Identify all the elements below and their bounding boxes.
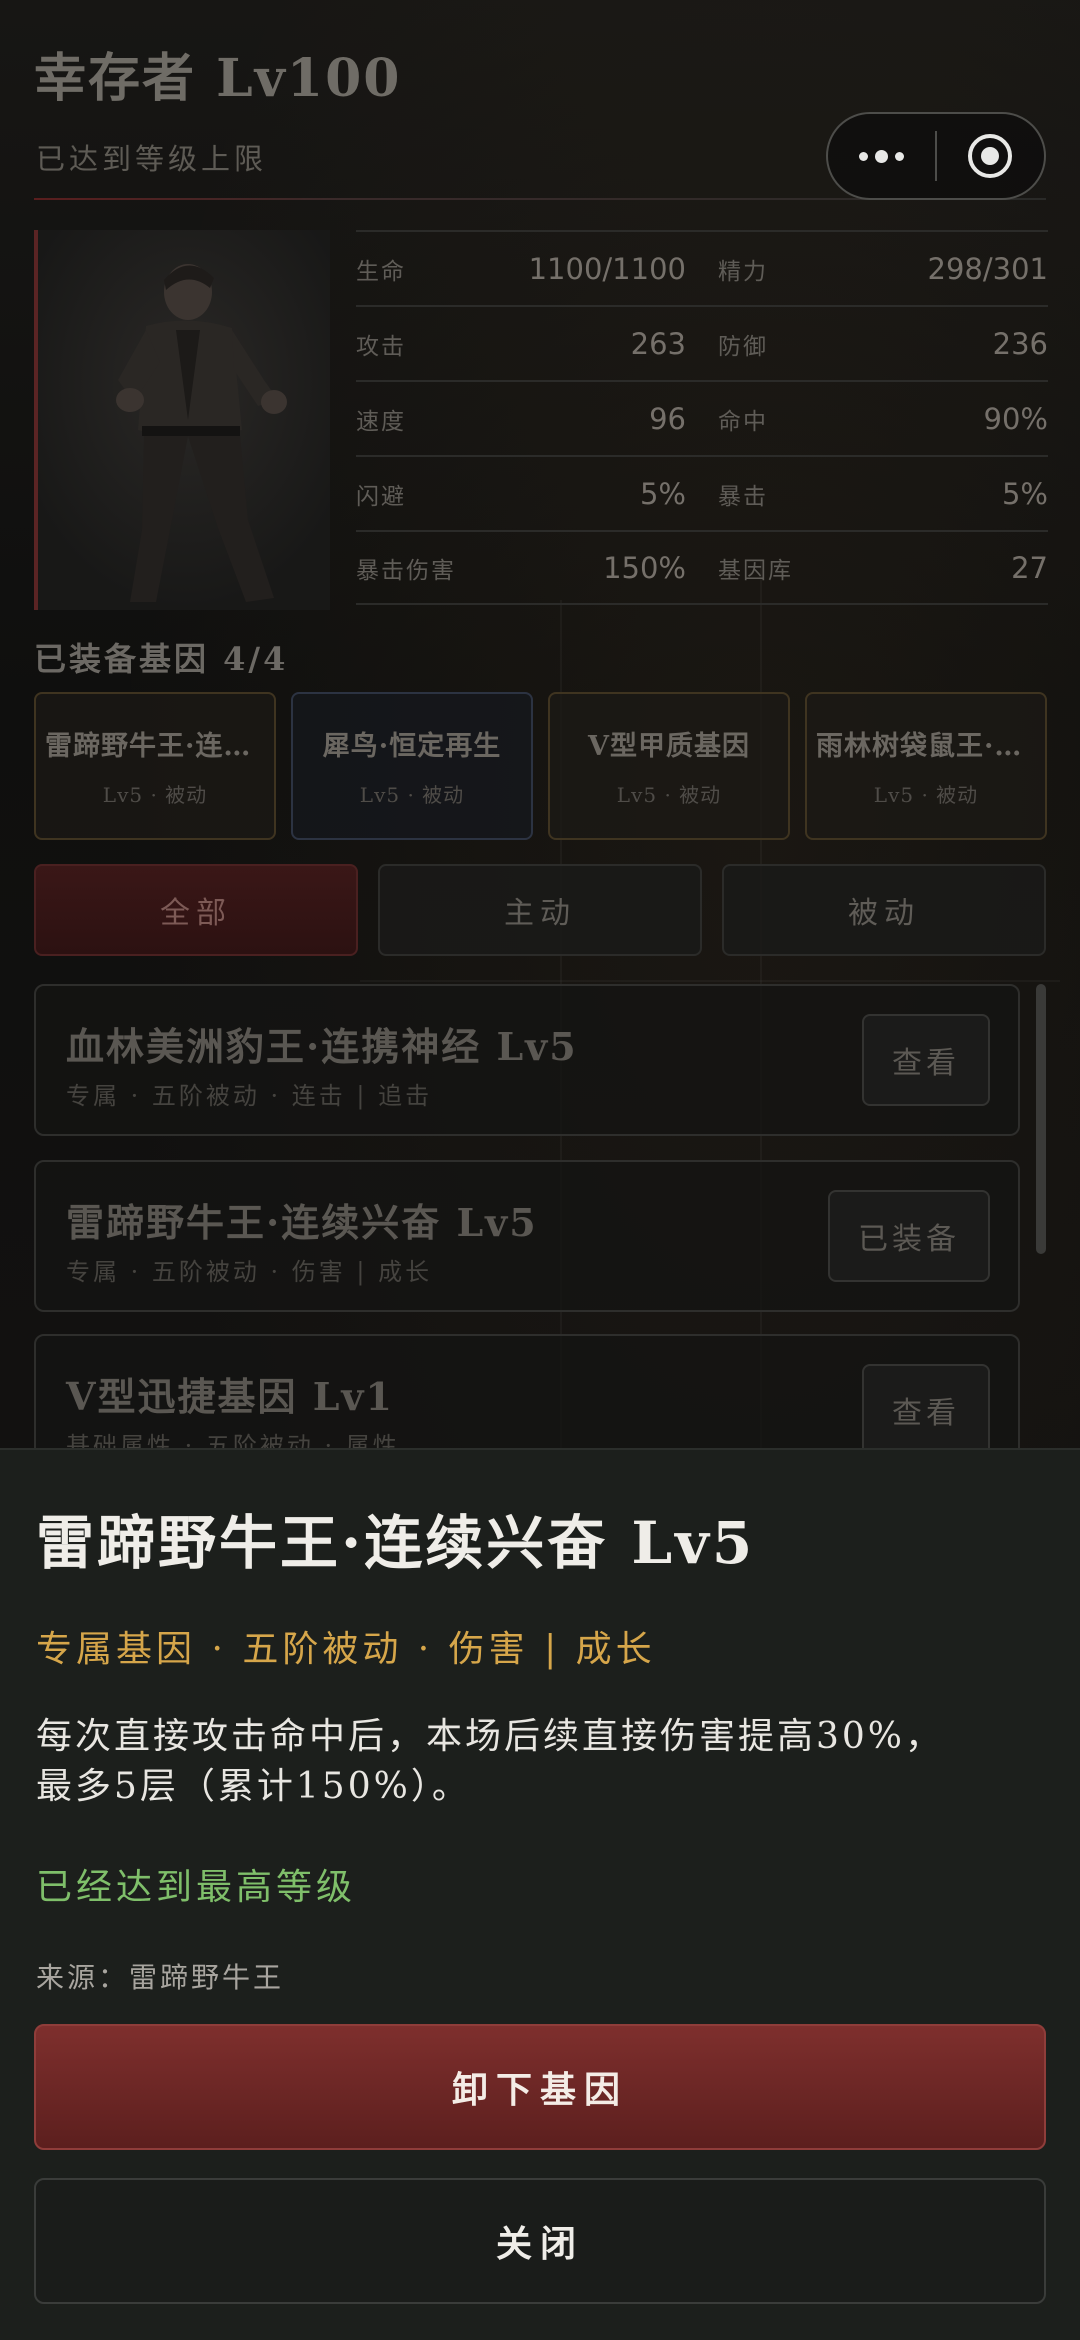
- tab-all[interactable]: 全部: [34, 864, 358, 956]
- target-circle-icon: [968, 134, 1013, 178]
- stat-speed: 速度 96: [356, 402, 702, 436]
- stat-label: 闪避: [356, 483, 406, 510]
- gene-detail-sheet: 雷蹄野牛王·连续兴奋 Lv5 专属基因 · 五阶被动 · 伤害 | 成长 每次直…: [0, 1448, 1080, 2340]
- stat-crit: 暴击 5%: [702, 477, 1048, 511]
- stat-accuracy: 命中 90%: [702, 402, 1048, 436]
- gene-name: 雷蹄野牛王·连续兴奋 Lv5: [66, 1200, 538, 1245]
- stat-label: 速度: [356, 408, 406, 435]
- app-root: 幸存者 Lv100 已达到等级上限 生命 1100/1100 精力 298/30…: [0, 0, 1080, 2340]
- equipped-gene-card[interactable]: 犀鸟·恒定再生 Lv5 · 被动: [291, 692, 533, 840]
- stat-value: 1100/1100: [528, 251, 686, 286]
- equipped-gene-name: 雷蹄野牛王·连续兴奋: [45, 731, 265, 762]
- close-mini-program-button[interactable]: [937, 114, 1044, 198]
- equipped-gene-card[interactable]: 雨林树袋鼠王·灵巧 Lv5 · 被动: [805, 692, 1047, 840]
- stats-row: 暴击伤害 150% 基因库 27: [356, 530, 1048, 605]
- equipped-genes-title: 已装备基因 4/4: [34, 640, 289, 678]
- view-button[interactable]: 查看: [862, 1364, 990, 1456]
- stats-row: 生命 1100/1100 精力 298/301: [356, 230, 1048, 305]
- stats-table: 生命 1100/1100 精力 298/301 攻击 263 防御 236 速度…: [356, 230, 1048, 605]
- equipped-gene-sub: Lv5 · 被动: [102, 783, 208, 807]
- gene-detail-tags: 专属基因 · 五阶被动 · 伤害 | 成长: [36, 1629, 656, 1670]
- equipped-gene-card[interactable]: 雷蹄野牛王·连续兴奋 Lv5 · 被动: [34, 692, 276, 840]
- stat-value: 263: [630, 326, 686, 361]
- stat-crit-damage: 暴击伤害 150%: [356, 551, 702, 585]
- equipped-gene-sub: Lv5 · 被动: [359, 783, 465, 807]
- stats-row: 闪避 5% 暴击 5%: [356, 455, 1048, 530]
- more-button[interactable]: [828, 114, 935, 198]
- page-title: 幸存者 Lv100: [34, 48, 402, 109]
- gene-list-item[interactable]: 雷蹄野牛王·连续兴奋 Lv5 专属 · 五阶被动 · 伤害 | 成长 已装备: [34, 1160, 1020, 1312]
- background-line: [360, 980, 1060, 982]
- gene-detail-title: 雷蹄野牛王·连续兴奋 Lv5: [36, 1509, 756, 1577]
- gene-detail-description: 每次直接攻击命中后，本场后续直接伤害提高30%， 最多5层（累计150%）。: [36, 1712, 1046, 1812]
- equipped-button[interactable]: 已装备: [828, 1190, 990, 1282]
- stat-label: 精力: [718, 258, 768, 285]
- stats-row: 攻击 263 防御 236: [356, 305, 1048, 380]
- gene-list-scrollbar[interactable]: [1036, 984, 1046, 1254]
- equipped-gene-sub: Lv5 · 被动: [873, 783, 979, 807]
- equipped-gene-card[interactable]: V型甲质基因 Lv5 · 被动: [548, 692, 790, 840]
- description-line: 每次直接攻击命中后，本场后续直接伤害提高30%，: [36, 1716, 945, 1757]
- mini-program-capsule: [826, 112, 1046, 200]
- tab-active[interactable]: 主动: [378, 864, 702, 956]
- stat-value: 96: [649, 401, 686, 436]
- gene-tags: 专属 · 五阶被动 · 连击 | 追击: [66, 1082, 433, 1110]
- level-cap-subtitle: 已达到等级上限: [36, 142, 268, 176]
- stat-energy: 精力 298/301: [702, 252, 1048, 286]
- stat-value: 5%: [639, 476, 686, 511]
- close-button[interactable]: 关闭: [34, 2178, 1046, 2304]
- character-portrait: [34, 230, 330, 610]
- tab-passive[interactable]: 被动: [722, 864, 1046, 956]
- unequip-gene-button[interactable]: 卸下基因: [34, 2024, 1046, 2150]
- stat-value: 90%: [983, 401, 1048, 436]
- stat-gene-bank: 基因库 27: [702, 551, 1048, 585]
- gene-tags: 专属 · 五阶被动 · 伤害 | 成长: [66, 1258, 433, 1286]
- survivor-figure-icon: [38, 230, 330, 610]
- stat-value: 5%: [1001, 476, 1048, 511]
- stats-row: 速度 96 命中 90%: [356, 380, 1048, 455]
- stat-label: 防御: [718, 333, 768, 360]
- stat-hp: 生命 1100/1100: [356, 252, 702, 286]
- stat-label: 暴击: [718, 483, 768, 510]
- stat-label: 基因库: [718, 557, 793, 584]
- stat-defense: 防御 236: [702, 327, 1048, 361]
- stat-dodge: 闪避 5%: [356, 477, 702, 511]
- stat-value: 298/301: [927, 251, 1048, 286]
- stat-attack: 攻击 263: [356, 327, 702, 361]
- view-button[interactable]: 查看: [862, 1014, 990, 1106]
- stat-label: 暴击伤害: [356, 557, 456, 584]
- gene-name: 血林美洲豹王·连携神经 Lv5: [66, 1024, 578, 1069]
- gene-list-item[interactable]: 血林美洲豹王·连携神经 Lv5 专属 · 五阶被动 · 连击 | 追击 查看: [34, 984, 1020, 1136]
- stat-label: 生命: [356, 258, 406, 285]
- stat-label: 命中: [718, 408, 768, 435]
- equipped-gene-name: 犀鸟·恒定再生: [322, 731, 502, 762]
- max-level-status: 已经达到最高等级: [36, 1867, 357, 1908]
- gene-name: V型迅捷基因 Lv1: [66, 1374, 394, 1419]
- stat-label: 攻击: [356, 333, 406, 360]
- stat-value: 236: [992, 326, 1048, 361]
- description-line: 最多5层（累计150%）。: [36, 1766, 471, 1807]
- gene-source: 来源：雷蹄野牛王: [36, 1961, 285, 1994]
- equipped-gene-name: 雨林树袋鼠王·灵巧: [816, 731, 1036, 762]
- stat-value: 27: [1011, 550, 1048, 585]
- equipped-gene-name: V型甲质基因: [588, 731, 750, 762]
- more-dots-icon: [859, 149, 904, 163]
- stat-value: 150%: [603, 550, 686, 585]
- equipped-gene-sub: Lv5 · 被动: [616, 783, 722, 807]
